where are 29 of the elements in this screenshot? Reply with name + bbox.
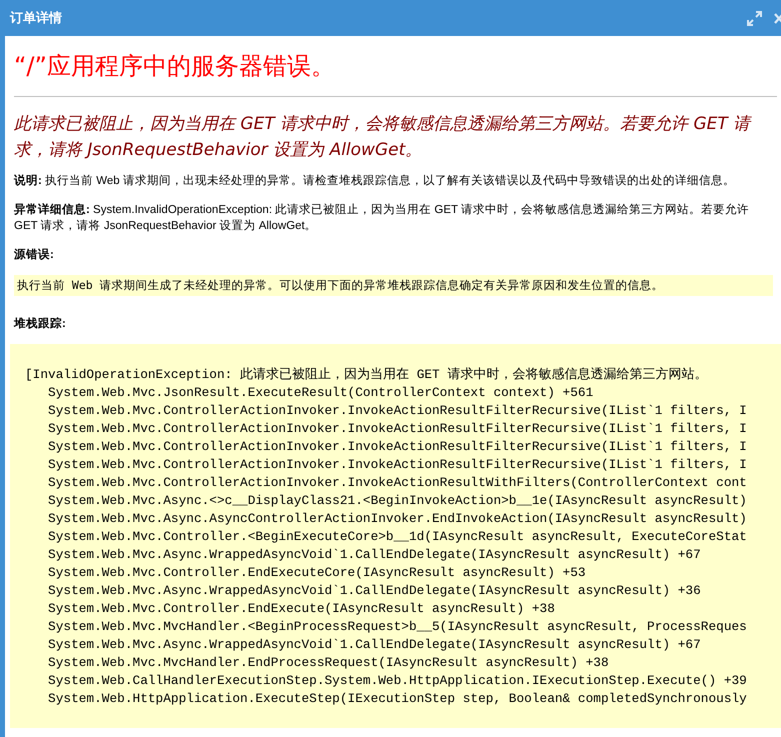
error-message: 此请求已被阻止，因为当用在 GET 请求中时，会将敏感信息透漏给第三方网站。若要允许 GET 请求，请将 JsonRequestBehavior 设置为 AllowGet。 [14, 113, 753, 162]
window-title: 订单详情 [10, 9, 63, 27]
exception-details-text: 异常详细信息: System.InvalidOperationException: 此请求已被阻止，因为当用在 GET 请求中时，会将敏感信息透漏给第三方网站。若要允许 GET 请求，请将 JsonRequestBehavior 设置为 AllowGet。 [14, 202, 750, 234]
stack-trace-line: [InvalidOperationException: 此请求已被阻止，因为当用在 GET 请求中时，会将敏感信息透漏给第三方网站。 [25, 366, 708, 384]
expand-icon[interactable] [747, 10, 762, 26]
error-heading: “/”应用程序中的服务器错误。 [14, 51, 336, 82]
stack-trace-line: System.Web.Mvc.Async.<>c__DisplayClass21.<BeginInvokeAction>b__1e(IAsyncResult asyncResult) [47, 492, 748, 510]
stack-trace-line: System.Web.Mvc.JsonResult.ExecuteResult(ControllerContext context) +561 [47, 384, 594, 402]
stack-trace-line: System.Web.Mvc.ControllerActionInvoker.InvokeActionResultWithFilters(ControllerContext cont [47, 474, 748, 492]
stack-trace-line: System.Web.CallHandlerExecutionStep.System.Web.HttpApplication.IExecutionStep.Execute() +39 [47, 672, 748, 690]
stack-trace-line: System.Web.Mvc.Async.WrappedAsyncVoid`1.CallEndDelegate(IAsyncResult asyncResult) +67 [47, 636, 702, 654]
stack-trace-line: System.Web.Mvc.MvcHandler.EndProcessRequest(IAsyncResult asyncResult) +38 [47, 654, 610, 672]
stack-trace-line: System.Web.Mvc.Async.WrappedAsyncVoid`1.CallEndDelegate(IAsyncResult asyncResult) +36 [47, 582, 702, 600]
stack-trace-label: 堆栈跟踪: [14, 316, 67, 331]
stack-trace-line: System.Web.HttpApplication.ExecuteStep(IExecutionStep step, Boolean& completedSynchronously [47, 690, 748, 708]
stack-trace-line: System.Web.Mvc.Controller.EndExecuteCore(IAsyncResult asyncResult) +53 [47, 564, 587, 582]
stack-trace-line: System.Web.Mvc.Async.WrappedAsyncVoid`1.CallEndDelegate(IAsyncResult asyncResult) +67 [47, 546, 702, 564]
stack-trace-line: System.Web.Mvc.Controller.EndExecute(IAsyncResult asyncResult) +38 [47, 600, 556, 618]
stack-trace-line: System.Web.Mvc.Async.AsyncControllerActionInvoker.EndInvokeAction(IAsyncResult asyncResult) [47, 510, 748, 528]
description-text: 说明: 执行当前 Web 请求期间，出现未经处理的异常。请检查堆栈跟踪信息，以了解有关该错误以及代码中导致错误的出处的详细信息。 [14, 173, 736, 189]
stack-trace-line: System.Web.Mvc.ControllerActionInvoker.InvokeActionResultFilterRecursive(IList`1 filters, I [47, 420, 748, 438]
stack-trace-line: System.Web.Mvc.ControllerActionInvoker.InvokeActionResultFilterRecursive(IList`1 filters, I [47, 456, 748, 474]
stack-trace-line: System.Web.Mvc.ControllerActionInvoker.InvokeActionResultFilterRecursive(IList`1 filters, I [47, 402, 748, 420]
stack-trace-line: System.Web.Mvc.MvcHandler.<BeginProcessRequest>b__5(IAsyncResult asyncResult, ProcessReques [47, 618, 748, 636]
source-error-label: 源错误: [14, 248, 55, 262]
stack-trace-line: System.Web.Mvc.Controller.<BeginExecuteCore>b__1d(IAsyncResult asyncResult, ExecuteCoreStat [47, 528, 748, 546]
close-icon[interactable] [774, 12, 781, 24]
source-error-text: 执行当前 Web 请求期间生成了未经处理的异常。可以使用下面的异常堆栈跟踪信息确定有关异常原因和发生位置的信息。 [14, 275, 773, 296]
stack-trace-line: System.Web.Mvc.ControllerActionInvoker.InvokeActionResultFilterRecursive(IList`1 filters, I [47, 438, 748, 456]
